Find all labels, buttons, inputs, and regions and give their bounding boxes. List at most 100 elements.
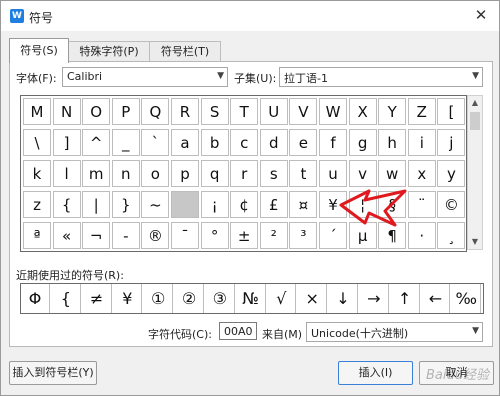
symbol-cell[interactable]: ¬ — [82, 222, 111, 249]
symbol-cell[interactable]: ¢ — [230, 191, 259, 218]
symbol-cell[interactable]: n — [111, 160, 140, 187]
recent-symbol-cell[interactable]: { — [52, 284, 81, 313]
symbol-cell[interactable]: - — [111, 222, 140, 249]
recent-symbol-cell[interactable]: ② — [175, 284, 204, 313]
recent-symbol-cell[interactable]: ¥ — [113, 284, 143, 313]
symbol-cell[interactable]: t — [289, 160, 318, 187]
symbol-cell[interactable]: V — [289, 98, 318, 125]
close-icon[interactable]: ✕ — [469, 4, 493, 26]
symbol-cell[interactable]: k — [23, 160, 51, 187]
symbol-cell[interactable]: e — [289, 129, 318, 156]
recent-symbol-cell[interactable]: ≠ — [83, 284, 112, 313]
symbol-cell[interactable]: y — [437, 160, 466, 187]
tab-symbol-bar[interactable]: 符号栏(T) — [149, 41, 221, 62]
symbol-cell[interactable]: \ — [23, 129, 51, 156]
symbol-grid-scrollbar[interactable]: ▲ ▼ — [467, 95, 483, 250]
from-select[interactable]: Unicode(十六进制) ▼ — [306, 322, 483, 342]
symbol-cell[interactable]: | — [82, 191, 111, 218]
symbol-cell[interactable]: a — [171, 129, 199, 156]
tab-special-chars[interactable]: 特殊字符(P) — [68, 41, 150, 62]
symbol-cell[interactable]: £ — [259, 191, 288, 218]
symbol-cell[interactable]: Q — [141, 98, 170, 125]
symbol-cell[interactable]: W — [319, 98, 347, 125]
symbol-cell[interactable]: w — [378, 160, 407, 187]
symbol-cell[interactable]: O — [82, 98, 111, 125]
char-code-input[interactable]: 00A0 — [219, 322, 257, 340]
symbol-cell[interactable]: z — [23, 191, 51, 218]
symbol-cell[interactable] — [171, 191, 199, 218]
symbol-cell[interactable]: Y — [378, 98, 407, 125]
symbol-cell[interactable]: s — [259, 160, 288, 187]
recent-symbol-cell[interactable]: × — [298, 284, 328, 313]
symbol-cell[interactable]: ² — [259, 222, 288, 249]
symbol-cell[interactable]: x — [407, 160, 436, 187]
recent-symbol-cell[interactable]: → — [360, 284, 389, 313]
symbol-cell[interactable]: } — [111, 191, 140, 218]
symbol-cell[interactable]: d — [259, 129, 288, 156]
symbol-cell[interactable]: j — [437, 129, 466, 156]
symbol-cell[interactable]: ¨ — [407, 191, 436, 218]
symbol-cell[interactable]: ª — [23, 222, 51, 249]
symbol-cell[interactable]: [ — [437, 98, 466, 125]
scroll-up-icon[interactable]: ▲ — [468, 96, 482, 110]
symbol-cell[interactable]: N — [52, 98, 81, 125]
symbol-cell[interactable]: { — [52, 191, 81, 218]
symbol-cell[interactable]: m — [82, 160, 111, 187]
symbol-cell[interactable]: ³ — [289, 222, 318, 249]
symbol-cell[interactable]: ± — [230, 222, 259, 249]
symbol-cell[interactable]: · — [407, 222, 436, 249]
symbol-cell[interactable]: ¸ — [437, 222, 466, 249]
symbol-cell[interactable]: Z — [407, 98, 436, 125]
symbol-cell[interactable]: R — [171, 98, 199, 125]
recent-symbol-cell[interactable]: ↑ — [391, 284, 420, 313]
recent-symbol-cell[interactable]: √ — [267, 284, 297, 313]
symbol-cell[interactable]: p — [171, 160, 199, 187]
insert-to-symbol-bar-button[interactable]: 插入到符号栏(Y) — [9, 361, 97, 385]
symbol-cell[interactable]: ] — [52, 129, 81, 156]
from-value: Unicode(十六进制) — [311, 327, 409, 340]
recent-symbol-cell[interactable]: ← — [421, 284, 451, 313]
symbol-cell[interactable]: u — [319, 160, 347, 187]
symbol-cell[interactable]: _ — [111, 129, 140, 156]
insert-button[interactable]: 插入(I) — [338, 361, 413, 385]
scroll-thumb[interactable] — [470, 112, 480, 130]
symbol-cell[interactable]: ¯ — [171, 222, 199, 249]
symbol-cell[interactable]: c — [230, 129, 259, 156]
symbol-cell[interactable]: S — [200, 98, 229, 125]
symbol-cell[interactable]: l — [52, 160, 81, 187]
symbol-cell[interactable]: ` — [141, 129, 170, 156]
annotation-arrow-icon — [339, 189, 407, 227]
recent-symbol-cell[interactable]: ‰ — [452, 284, 482, 313]
symbol-cell[interactable]: ¤ — [289, 191, 318, 218]
symbol-cell[interactable]: r — [230, 160, 259, 187]
symbol-cell[interactable]: g — [348, 129, 377, 156]
font-select[interactable]: Calibri ▼ — [62, 67, 228, 87]
symbol-cell[interactable]: ¡ — [200, 191, 229, 218]
symbol-cell[interactable]: ° — [200, 222, 229, 249]
symbol-cell[interactable]: T — [230, 98, 259, 125]
symbol-cell[interactable]: ^ — [82, 129, 111, 156]
subset-select[interactable]: 拉丁语-1 ▼ — [279, 67, 483, 87]
symbol-cell[interactable]: b — [200, 129, 229, 156]
symbol-cell[interactable]: h — [378, 129, 407, 156]
symbol-cell[interactable]: U — [259, 98, 288, 125]
recent-symbol-cell[interactable]: ③ — [206, 284, 235, 313]
symbol-cell[interactable]: X — [348, 98, 377, 125]
symbol-cell[interactable]: v — [348, 160, 377, 187]
tab-symbols[interactable]: 符号(S) — [9, 38, 69, 63]
scroll-down-icon[interactable]: ▼ — [468, 235, 482, 249]
recent-symbol-cell[interactable]: Φ — [21, 284, 50, 313]
symbol-cell[interactable]: P — [111, 98, 140, 125]
symbol-cell[interactable]: q — [200, 160, 229, 187]
symbol-cell[interactable]: ~ — [141, 191, 170, 218]
recent-symbol-cell[interactable]: № — [237, 284, 266, 313]
symbol-cell[interactable]: ® — [141, 222, 170, 249]
symbol-cell[interactable]: f — [319, 129, 347, 156]
symbol-cell[interactable]: i — [407, 129, 436, 156]
symbol-cell[interactable]: o — [141, 160, 170, 187]
symbol-cell[interactable]: © — [437, 191, 466, 218]
recent-symbol-cell[interactable]: ↓ — [329, 284, 358, 313]
recent-symbol-cell[interactable]: ① — [144, 284, 174, 313]
symbol-cell[interactable]: « — [52, 222, 81, 249]
symbol-cell[interactable]: M — [23, 98, 51, 125]
